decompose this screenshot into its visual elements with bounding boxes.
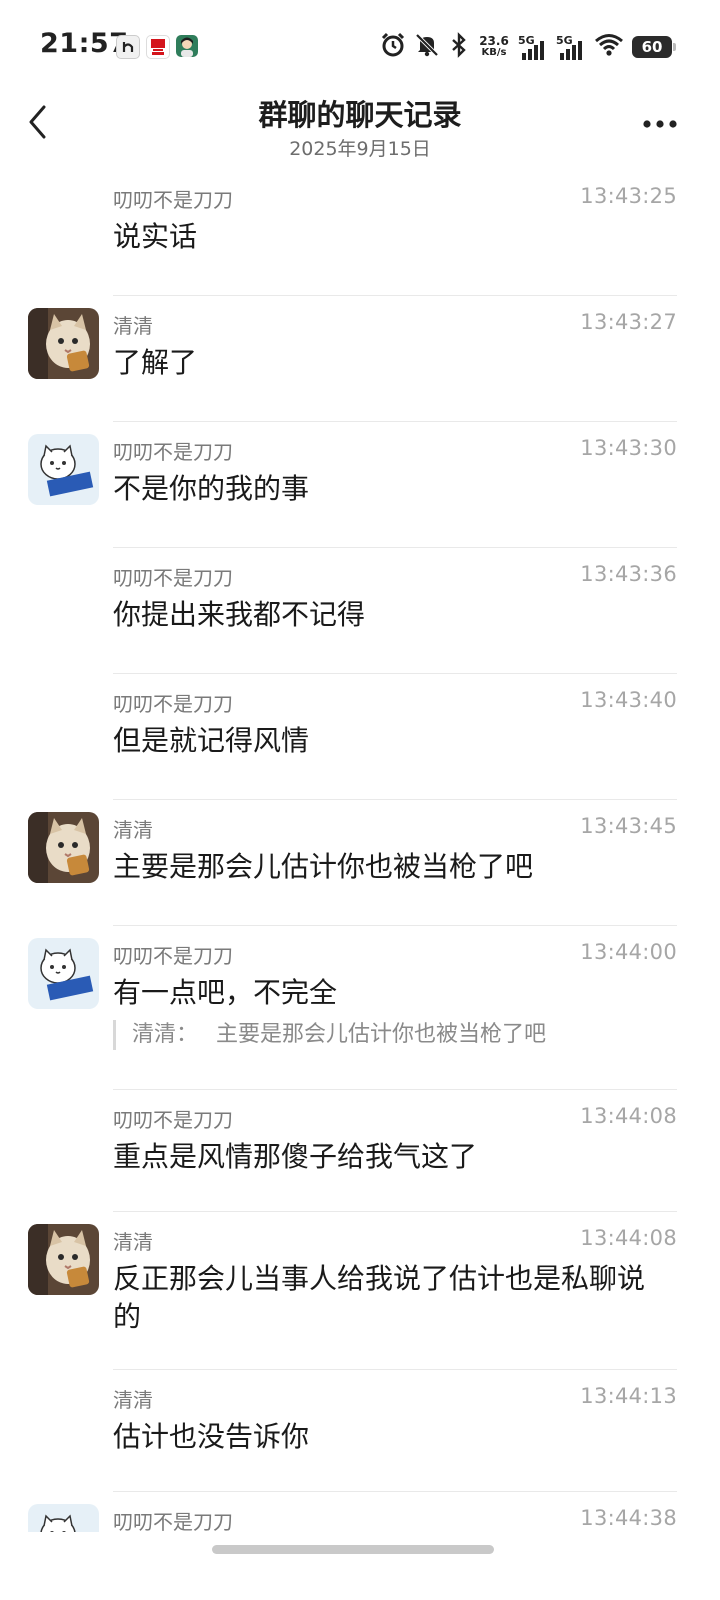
message-text: 重点是风情那傻子给我气这了 (113, 1140, 478, 1173)
page-date: 2025年9月15日 (289, 138, 431, 160)
message-time: 13:43:40 (580, 688, 677, 712)
signal-icon: 5G (556, 32, 586, 62)
app-header: 群聊的聊天记录 2025年9月15日 (0, 92, 720, 164)
status-bar: 21:57 23.6 KB/s 5G 5G 60 (0, 0, 720, 92)
more-horizontal-icon (643, 120, 677, 128)
message-time: 13:44:08 (580, 1226, 677, 1250)
signal-icon: 5G (518, 32, 548, 62)
message-time: 13:44:13 (580, 1384, 677, 1408)
message-text: 不是你的我的事 (113, 472, 310, 505)
message-text: 反正那会儿当事人给我说了估计也是私聊说的 (113, 1262, 646, 1333)
message-time: 13:43:27 (580, 310, 677, 334)
page-title: 群聊的聊天记录 (258, 98, 462, 132)
message-sender: 叨叨不是刀刀 (113, 692, 233, 716)
status-icons: 23.6 KB/s 5G 5G 60 (380, 30, 676, 64)
message-text: 了解了 (113, 346, 198, 379)
message-item[interactable]: 清清 13:44:13 估计也没告诉你 (0, 1370, 720, 1492)
message-item[interactable]: 叨叨不是刀刀 13:44:00 有一点吧，不完全 清清： 主要是那会儿估计你也被当… (0, 926, 720, 1090)
message-sender: 清清 (113, 1230, 153, 1254)
message-list[interactable]: 叨叨不是刀刀 13:43:25 说实话 清清 13:43:27 了解了 叨叨不是… (0, 170, 720, 1532)
home-indicator[interactable] (212, 1545, 494, 1554)
quoted-text: 主要是那会儿估计你也被当枪了吧 (216, 1022, 547, 1047)
avatar[interactable] (28, 1504, 99, 1532)
message-sender: 叨叨不是刀刀 (113, 440, 233, 464)
more-options-button[interactable] (640, 106, 680, 142)
message-time: 13:43:30 (580, 436, 677, 460)
bluetooth-icon (448, 32, 470, 62)
message-text: 但是就记得风情 (113, 724, 310, 757)
message-text: 有一点吧，不完全 (113, 976, 338, 1009)
battery-icon: 60 (632, 36, 676, 58)
message-time: 13:44:00 (580, 940, 677, 964)
message-item[interactable]: 叨叨不是刀刀 13:43:30 不是你的我的事 (0, 422, 720, 548)
message-sender: 清清 (113, 818, 153, 842)
message-time: 13:44:38 (580, 1506, 677, 1530)
message-item[interactable]: 清清 13:44:08 反正那会儿当事人给我说了估计也是私聊说的 (0, 1212, 720, 1370)
net-speed-value: 23.6 (479, 34, 509, 48)
net-speed: 23.6 KB/s (478, 35, 510, 59)
wifi-icon (594, 32, 624, 62)
app-icon-3 (176, 35, 198, 57)
net-speed-unit: KB/s (481, 47, 507, 58)
message-time: 13:43:25 (580, 184, 677, 208)
avatar[interactable] (28, 938, 99, 1009)
avatar[interactable] (28, 1224, 99, 1295)
message-sender: 清清 (113, 1388, 153, 1412)
message-item[interactable]: 清清 13:43:27 了解了 (0, 296, 720, 422)
message-item[interactable]: 叨叨不是刀刀 13:43:25 说实话 (0, 170, 720, 296)
avatar[interactable] (28, 434, 99, 505)
avatar[interactable] (28, 308, 99, 379)
message-item[interactable]: 叨叨不是刀刀 13:44:08 重点是风情那傻子给我气这了 (0, 1090, 720, 1212)
message-text: 估计也没告诉你 (113, 1420, 310, 1453)
message-time: 13:43:45 (580, 814, 677, 838)
app-icon-1 (116, 35, 140, 59)
message-item[interactable]: 叨叨不是刀刀 13:43:40 但是就记得风情 (0, 674, 720, 800)
message-sender: 清清 (113, 314, 153, 338)
message-sender: 叨叨不是刀刀 (113, 1108, 233, 1132)
message-sender: 叨叨不是刀刀 (113, 1510, 233, 1532)
battery-level: 60 (641, 38, 663, 56)
kfc-icon (146, 35, 170, 59)
message-text: 说实话 (113, 220, 198, 253)
message-item[interactable]: 清清 13:43:45 主要是那会儿估计你也被当枪了吧 (0, 800, 720, 926)
quoted-sender: 清清： (132, 1022, 199, 1047)
message-item[interactable]: 叨叨不是刀刀 13:44:38 (0, 1492, 720, 1532)
message-sender: 叨叨不是刀刀 (113, 566, 233, 590)
quoted-message[interactable]: 清清： 主要是那会儿估计你也被当枪了吧 (113, 1020, 546, 1050)
alarm-icon (380, 32, 406, 62)
message-time: 13:44:08 (580, 1104, 677, 1128)
avatar[interactable] (28, 812, 99, 883)
message-item[interactable]: 叨叨不是刀刀 13:43:36 你提出来我都不记得 (0, 548, 720, 674)
message-text: 你提出来我都不记得 (113, 598, 366, 631)
message-time: 13:43:36 (580, 562, 677, 586)
mute-icon (414, 32, 440, 62)
message-sender: 叨叨不是刀刀 (113, 188, 233, 212)
message-sender: 叨叨不是刀刀 (113, 944, 233, 968)
message-text: 主要是那会儿估计你也被当枪了吧 (113, 850, 534, 883)
